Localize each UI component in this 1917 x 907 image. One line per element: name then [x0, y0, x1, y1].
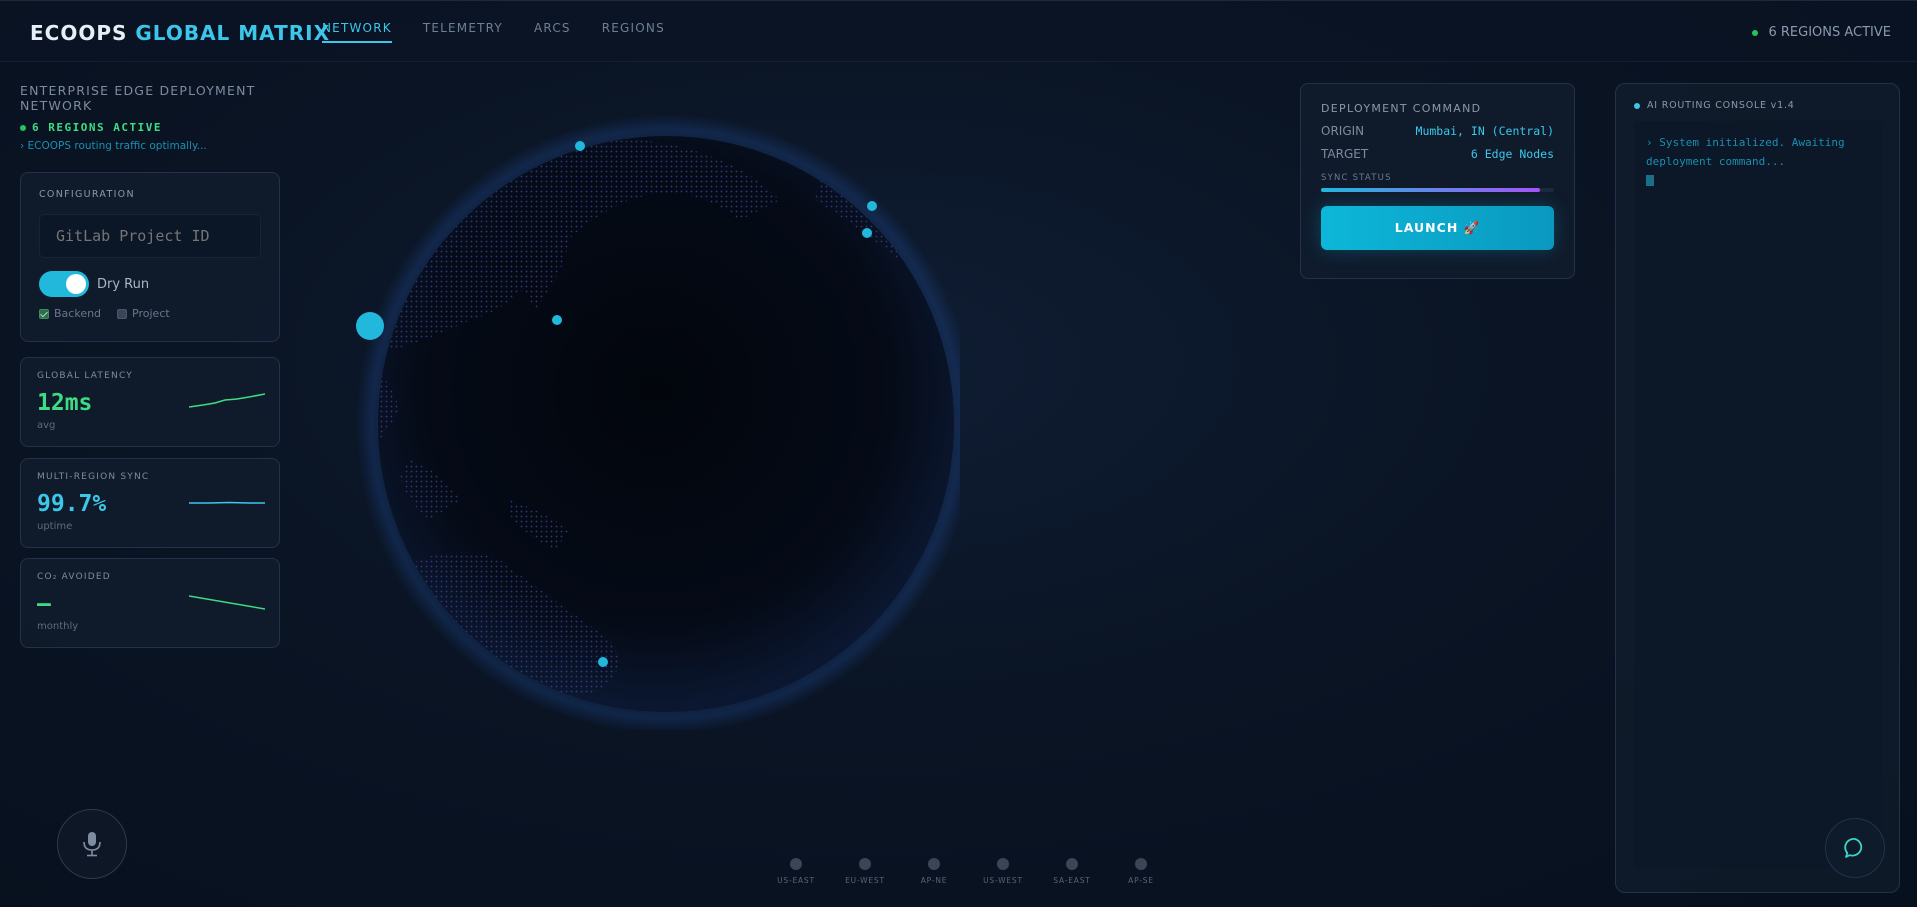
network-header: ENTERPRISE EDGE DEPLOYMENT NETWORK 6 REG…	[20, 83, 280, 152]
console-output[interactable]: › System initialized. Awaiting deploymen…	[1634, 121, 1883, 869]
latency-card: GLOBAL LATENCY 12ms avg	[20, 357, 280, 447]
console-line: › System initialized. Awaiting deploymen…	[1646, 136, 1845, 168]
region-label: EU-WEST	[845, 876, 885, 885]
region-dot-icon	[928, 858, 940, 870]
sync-progress-track	[1321, 188, 1554, 192]
region-label: US-WEST	[983, 876, 1023, 885]
dry-run-row: Dry Run	[39, 271, 261, 297]
regions-active-badge: 6 REGIONS ACTIVE	[20, 121, 280, 134]
tab-regions[interactable]: REGIONS	[602, 21, 665, 43]
target-row: TARGET 6 Edge Nodes	[1321, 147, 1554, 161]
deployment-title: DEPLOYMENT COMMAND	[1321, 102, 1482, 115]
tab-arcs[interactable]: ARCS	[534, 21, 571, 43]
region-label: US-EAST	[777, 876, 815, 885]
configuration-panel: CONFIGURATION Dry Run Backend Project	[20, 172, 280, 342]
backend-checkbox[interactable]: Backend	[39, 307, 101, 320]
gitlab-project-id-input[interactable]	[39, 214, 261, 258]
target-value: 6 Edge Nodes	[1470, 147, 1554, 161]
origin-node[interactable]	[356, 312, 384, 340]
main-nav: NETWORK TELEMETRY ARCS REGIONS	[322, 21, 696, 43]
region-us-west[interactable]: US-WEST	[969, 858, 1037, 885]
launch-button[interactable]: LAUNCH 🚀	[1321, 206, 1554, 250]
origin-label: ORIGIN	[1321, 124, 1365, 138]
sync-card: MULTI-REGION SYNC 99.7% uptime	[20, 458, 280, 548]
region-dot-icon	[790, 858, 802, 870]
brand-name: ECOOPS	[30, 21, 128, 45]
metric-sub: monthly	[37, 621, 79, 632]
ai-routing-console: AI ROUTING CONSOLE v1.4 › System initial…	[1615, 83, 1900, 893]
regions-active-text: 6 REGIONS ACTIVE	[32, 121, 162, 134]
region-node[interactable]	[862, 228, 872, 238]
co2-card: CO₂ AVOIDED — monthly	[20, 558, 280, 648]
regions-status: 6 REGIONS ACTIVE	[1752, 25, 1891, 40]
routing-status: › ECOOPS routing traffic optimally...	[20, 140, 207, 152]
project-label: Project	[132, 307, 170, 320]
region-node[interactable]	[575, 141, 585, 151]
console-title: AI ROUTING CONSOLE v1.4	[1647, 100, 1795, 111]
status-dot-icon	[1752, 29, 1759, 36]
tab-telemetry[interactable]: TELEMETRY	[423, 21, 503, 43]
globe-svg	[356, 114, 976, 734]
sync-sparkline	[189, 501, 265, 504]
region-label: AP-SE	[1128, 876, 1154, 885]
region-ap-se[interactable]: AP-SE	[1107, 858, 1175, 885]
dry-run-toggle[interactable]	[39, 271, 89, 297]
top-bar: ECOOPS GLOBAL MATRIX NETWORK TELEMETRY A…	[0, 0, 1917, 62]
target-label: TARGET	[1321, 147, 1369, 161]
region-dot-icon	[1066, 858, 1078, 870]
sync-progress-fill	[1321, 188, 1541, 192]
region-dot-icon	[1135, 858, 1147, 870]
console-header: AI ROUTING CONSOLE v1.4	[1634, 100, 1881, 111]
region-node[interactable]	[598, 657, 608, 667]
checkbox-checked-icon	[39, 308, 49, 319]
globe-visualization[interactable]	[310, 110, 976, 734]
region-node[interactable]	[867, 201, 877, 211]
tab-network[interactable]: NETWORK	[322, 21, 392, 43]
app-logo: ECOOPS GLOBAL MATRIX	[30, 21, 330, 45]
region-selector: US-EAST EU-WEST AP-NE US-WEST SA-EAST AP…	[762, 858, 1176, 885]
regions-status-text: 6 REGIONS ACTIVE	[1768, 25, 1891, 40]
network-title: ENTERPRISE EDGE DEPLOYMENT NETWORK	[20, 83, 256, 113]
sync-status-label: SYNC STATUS	[1321, 173, 1392, 183]
metric-label: CO₂ AVOIDED	[37, 572, 111, 582]
region-dot-icon	[859, 858, 871, 870]
console-cursor	[1646, 175, 1654, 186]
deployment-command-panel: DEPLOYMENT COMMAND ORIGIN Mumbai, IN (Ce…	[1300, 83, 1575, 279]
origin-row: ORIGIN Mumbai, IN (Central)	[1321, 124, 1554, 138]
checkbox-unchecked-icon	[117, 308, 128, 319]
brand-name-accent: GLOBAL MATRIX	[135, 21, 330, 45]
chat-bubble-icon	[1844, 838, 1863, 858]
region-node[interactable]	[552, 315, 562, 325]
region-eu-west[interactable]: EU-WEST	[831, 858, 899, 885]
console-status-icon	[1634, 102, 1640, 109]
latency-sparkline	[189, 393, 265, 408]
chat-button[interactable]	[1825, 818, 1885, 878]
project-checkbox[interactable]: Project	[117, 307, 170, 320]
region-ap-ne[interactable]: AP-NE	[900, 858, 968, 885]
configuration-label: CONFIGURATION	[39, 189, 135, 200]
voice-input-button[interactable]	[57, 809, 127, 879]
backend-label: Backend	[54, 307, 102, 320]
region-label: SA-EAST	[1053, 876, 1091, 885]
toggle-knob	[66, 274, 86, 294]
region-dot-icon	[997, 858, 1009, 870]
region-label: AP-NE	[920, 876, 948, 885]
dry-run-label: Dry Run	[97, 276, 150, 292]
metric-sub: uptime	[37, 521, 73, 532]
origin-value: Mumbai, IN (Central)	[1415, 124, 1554, 138]
region-sa-east[interactable]: SA-EAST	[1038, 858, 1106, 885]
metric-label: GLOBAL LATENCY	[37, 371, 133, 381]
co2-sparkline	[189, 595, 265, 610]
checkbox-row: Backend Project	[39, 307, 261, 320]
metric-sub: avg	[37, 420, 56, 431]
metric-label: MULTI-REGION SYNC	[37, 472, 150, 482]
region-us-east[interactable]: US-EAST	[762, 858, 830, 885]
status-dot-icon	[20, 124, 26, 131]
microphone-icon	[83, 832, 101, 857]
